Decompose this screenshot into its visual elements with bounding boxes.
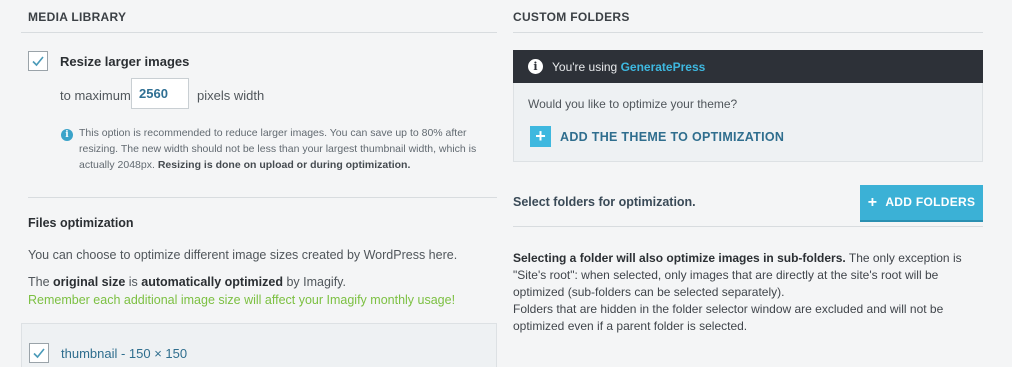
- files-optimization-title: Files optimization: [28, 216, 134, 230]
- checkmark-icon: [32, 56, 44, 67]
- folders-note-line-4: Folders that are hidden in the folder se…: [513, 302, 944, 316]
- select-folders-label: Select folders for optimization.: [513, 195, 696, 209]
- folders-note-line-2: "Site's root": when selected, only image…: [513, 268, 939, 282]
- max-width-input[interactable]: [131, 78, 189, 109]
- theme-notice-text: You're using GeneratePress: [552, 60, 706, 74]
- optimize-theme-question: Would you like to optimize your theme?: [528, 97, 738, 111]
- media-library-title: MEDIA LIBRARY: [28, 10, 127, 24]
- usage-warning: Remember each additional image size will…: [28, 293, 456, 307]
- theme-name: GeneratePress: [620, 60, 706, 74]
- divider: [21, 32, 497, 33]
- resize-info-line-2: resizing. The new width should not be le…: [79, 143, 477, 155]
- resize-larger-images-checkbox[interactable]: [28, 51, 48, 71]
- add-folders-button[interactable]: + ADD FOLDERS: [860, 185, 983, 220]
- checkmark-icon: [33, 348, 45, 359]
- theme-notice-bar: i You're using GeneratePress: [513, 50, 983, 83]
- page-edge: [1012, 0, 1024, 367]
- to-maximum-label: to maximum: [60, 88, 131, 103]
- resize-info-line-3: actually 2048px. Resizing is done on upl…: [79, 159, 411, 171]
- theme-optimization-panel: Would you like to optimize your theme? +…: [513, 83, 983, 162]
- original-size-note: The original size is automatically optim…: [28, 275, 346, 289]
- divider: [513, 226, 983, 227]
- plus-icon[interactable]: +: [530, 126, 551, 147]
- thumbnail-size-checkbox[interactable]: [29, 343, 49, 363]
- divider: [28, 197, 497, 198]
- files-optimization-desc: You can choose to optimize different ima…: [28, 248, 458, 262]
- resize-info-line-1: This option is recommended to reduce lar…: [79, 127, 467, 139]
- thumbnail-size-label: thumbnail - 150 × 150: [61, 346, 188, 361]
- plus-icon: +: [867, 193, 878, 211]
- divider: [513, 32, 983, 33]
- folders-note-line-5: optimized even if a parent folder is sel…: [513, 319, 748, 333]
- add-theme-to-optimization-link[interactable]: ADD THE THEME TO OPTIMIZATION: [560, 130, 784, 144]
- info-icon: i: [528, 59, 543, 74]
- resize-larger-images-label: Resize larger images: [60, 54, 190, 69]
- pixels-width-label: pixels width: [197, 88, 265, 103]
- info-icon: i: [61, 129, 73, 141]
- image-sizes-list: thumbnail - 150 × 150: [21, 323, 497, 367]
- custom-folders-title: CUSTOM FOLDERS: [513, 10, 630, 24]
- folders-note-line-1: Selecting a folder will also optimize im…: [513, 251, 962, 265]
- folders-note-line-3: optimized (sub-folders can be selected s…: [513, 285, 785, 299]
